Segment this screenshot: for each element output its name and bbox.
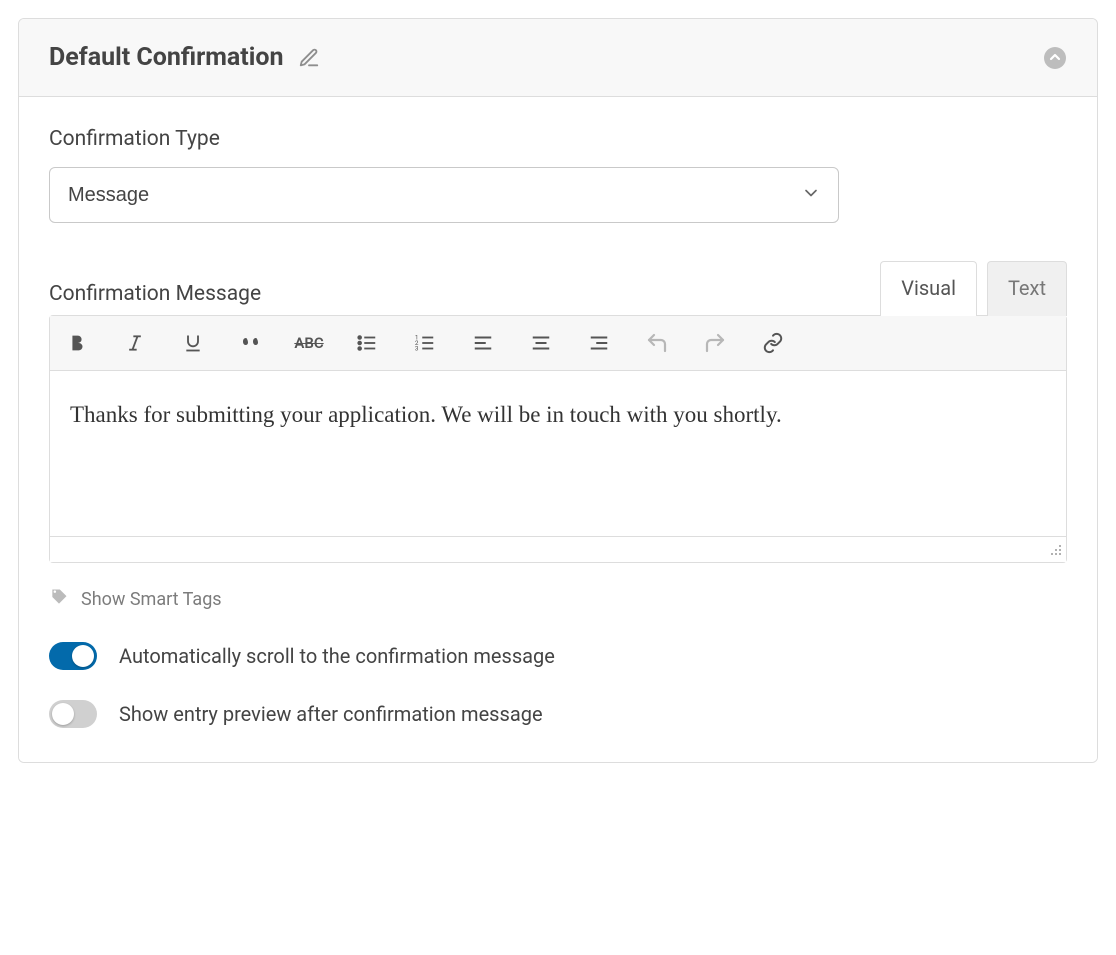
resize-grip-icon[interactable] (1048, 541, 1062, 560)
confirmation-type-label: Confirmation Type (49, 127, 1067, 151)
panel-header: Default Confirmation (19, 19, 1097, 97)
message-textarea[interactable]: Thanks for submitting your application. … (50, 371, 1066, 536)
bold-icon[interactable] (62, 328, 92, 358)
editor-statusbar (50, 536, 1066, 562)
tab-visual[interactable]: Visual (880, 261, 977, 316)
align-center-icon[interactable] (526, 328, 556, 358)
bullet-list-icon[interactable] (352, 328, 382, 358)
tab-text[interactable]: Text (987, 261, 1067, 316)
numbered-list-icon[interactable]: 123 (410, 328, 440, 358)
collapse-icon[interactable] (1043, 46, 1067, 70)
blockquote-icon[interactable] (236, 328, 266, 358)
panel-title: Default Confirmation (49, 43, 284, 72)
strikethrough-icon[interactable]: ABC (294, 328, 324, 358)
align-right-icon[interactable] (584, 328, 614, 358)
italic-icon[interactable] (120, 328, 150, 358)
toggle-auto-scroll-label: Automatically scroll to the confirmation… (119, 644, 555, 668)
toggle-entry-preview-label: Show entry preview after confirmation me… (119, 702, 543, 726)
toggle-auto-scroll[interactable] (49, 642, 97, 670)
panel-body: Confirmation Type Message Confirmation M… (19, 97, 1097, 762)
align-left-icon[interactable] (468, 328, 498, 358)
editor: ABC 123 Thanks for submitting your appli… (49, 315, 1067, 563)
confirmation-message-label: Confirmation Message (49, 282, 261, 306)
confirmation-panel: Default Confirmation Confirmation Type M… (18, 18, 1098, 763)
link-icon[interactable] (758, 328, 788, 358)
toggle-entry-preview[interactable] (49, 700, 97, 728)
editor-tabs: Visual Text (880, 261, 1067, 316)
redo-icon[interactable] (700, 328, 730, 358)
editor-toolbar: ABC 123 (50, 316, 1066, 371)
show-smart-tags-label: Show Smart Tags (81, 589, 222, 610)
confirmation-type-select-wrap: Message (49, 167, 839, 223)
svg-text:3: 3 (415, 344, 419, 352)
underline-icon[interactable] (178, 328, 208, 358)
confirmation-type-select[interactable]: Message (49, 167, 839, 223)
undo-icon[interactable] (642, 328, 672, 358)
pencil-icon[interactable] (298, 47, 320, 69)
tag-icon (49, 587, 69, 612)
show-smart-tags[interactable]: Show Smart Tags (49, 587, 1067, 612)
